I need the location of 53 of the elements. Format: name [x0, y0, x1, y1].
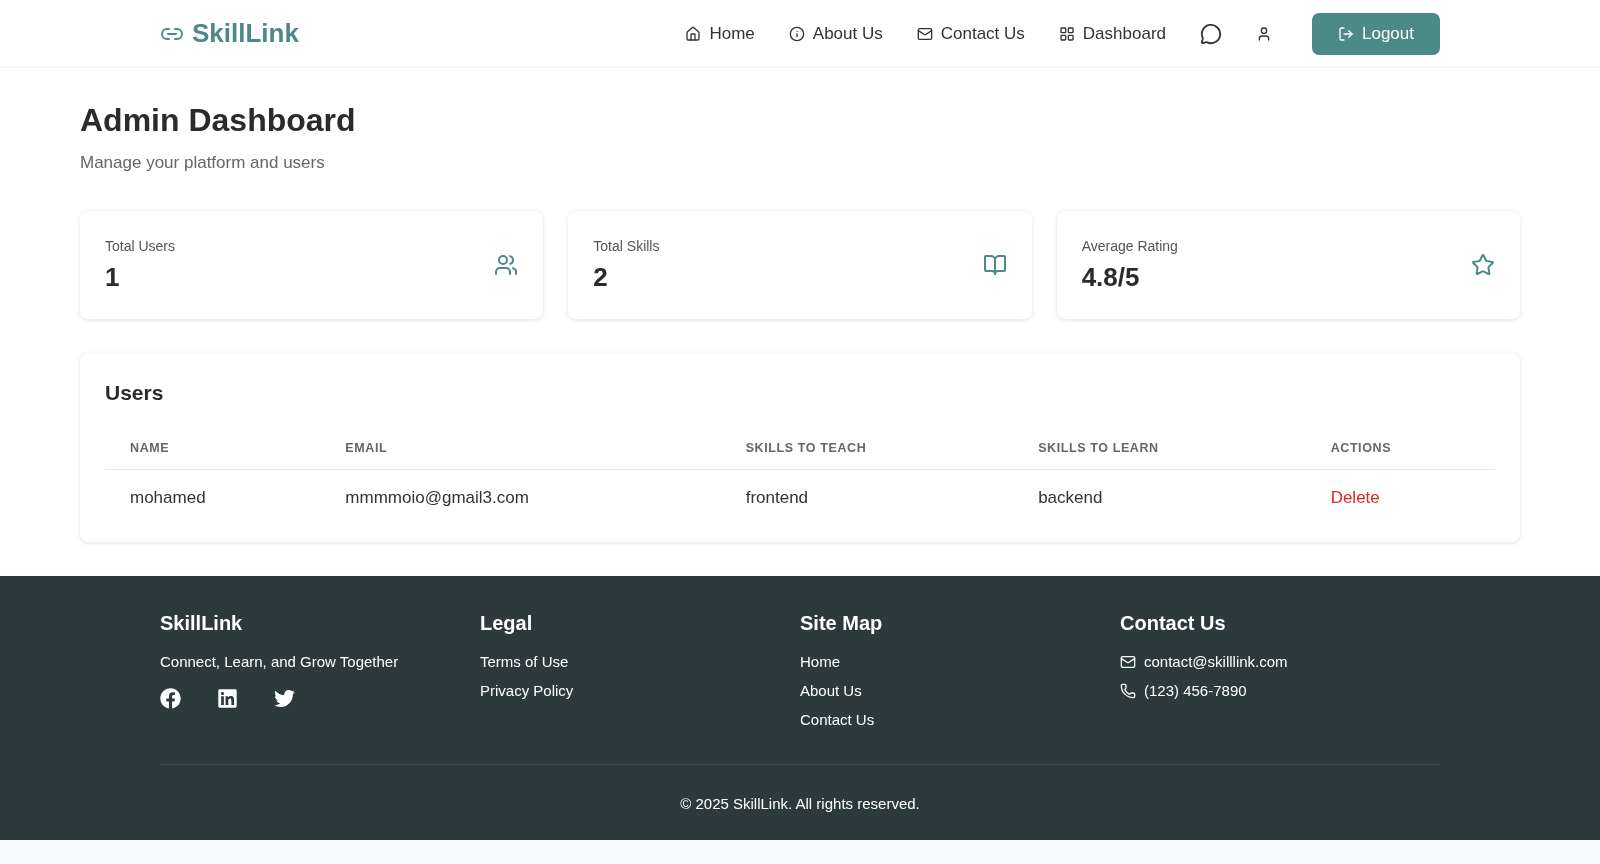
contact-text: (123) 456-7890: [1144, 682, 1247, 699]
mail-icon: [916, 25, 933, 42]
column-header: NAME: [105, 427, 321, 470]
footer-heading: Site Map: [800, 612, 884, 635]
column-header: SKILLS TO TEACH: [720, 427, 1014, 470]
delete-link[interactable]: Delete: [1330, 488, 1380, 507]
stat-value: 1: [105, 261, 121, 293]
footer-link[interactable]: About Us: [800, 682, 1120, 699]
grid-icon: [1058, 25, 1075, 42]
footer-link[interactable]: Home: [800, 653, 1120, 670]
stat-value: 2: [593, 261, 609, 293]
table-cell: backend: [1013, 469, 1306, 516]
footer-heading: Contact Us: [1120, 612, 1227, 635]
card-title: Users: [105, 381, 165, 405]
table-cell: mohamed: [105, 469, 321, 516]
footer-tagline: Connect, Learn, and Grow Together: [160, 653, 400, 670]
home-icon: [685, 25, 702, 42]
brand-logo[interactable]: SkillLink: [160, 18, 299, 49]
footer-heading: Legal: [480, 612, 534, 635]
phone-icon: [1120, 682, 1136, 699]
nav-link[interactable]: Dashboard: [1058, 23, 1166, 44]
footer-link[interactable]: Terms of Use: [480, 653, 800, 670]
user-icon[interactable]: [1256, 25, 1272, 42]
table-cell: frontend: [720, 469, 1014, 516]
footer-link[interactable]: Privacy Policy: [480, 682, 800, 699]
info-icon: [788, 25, 805, 42]
nav-link[interactable]: Home: [685, 23, 755, 44]
book-icon: [982, 253, 1007, 277]
footer-link[interactable]: Contact Us: [800, 711, 1120, 728]
logout-button[interactable]: Logout: [1312, 12, 1440, 55]
footer-heading: SkillLink: [160, 612, 244, 635]
mail-icon: [1120, 653, 1136, 670]
column-header: EMAIL: [320, 427, 721, 470]
nav-link[interactable]: Contact Us: [916, 23, 1025, 44]
column-header: SKILLS TO LEARN: [1013, 427, 1306, 470]
table-cell: mmmmoio@gmail3.com: [320, 469, 721, 516]
star-icon: [1471, 253, 1495, 277]
contact-text: contact@skilllink.com: [1144, 653, 1288, 670]
bird-icon[interactable]: [274, 688, 295, 709]
page-title: Admin Dashboard: [80, 102, 357, 139]
copyright-text: © 2025 SkillLink. All rights reserved.: [679, 795, 921, 812]
logout-icon: [1338, 25, 1354, 42]
stat-label: Total Users: [105, 237, 176, 254]
facebook-icon[interactable]: [160, 688, 181, 709]
nav-link[interactable]: About Us: [788, 23, 883, 44]
stat-label: Average Rating: [1081, 237, 1178, 254]
page-subtitle: Manage your platform and users: [80, 153, 326, 173]
stat-value: 4.8/5: [1081, 261, 1141, 293]
linkedin-icon[interactable]: [217, 688, 238, 709]
users-icon: [494, 253, 519, 277]
stat-label: Total Skills: [593, 237, 660, 254]
column-header: ACTIONS: [1305, 427, 1495, 470]
chat-icon[interactable]: [1200, 22, 1222, 45]
